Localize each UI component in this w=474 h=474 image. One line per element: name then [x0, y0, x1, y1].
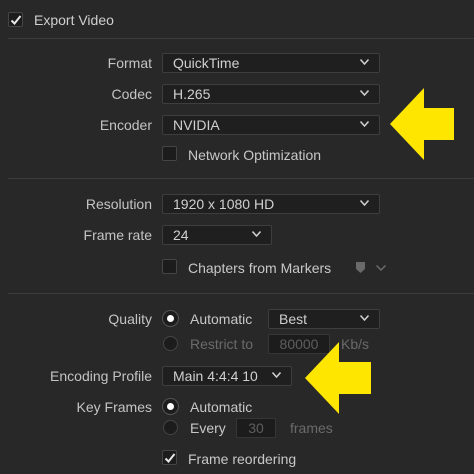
chevron-down-icon — [360, 121, 369, 127]
checkmark-icon — [10, 15, 22, 25]
encoder-value: NVIDIA — [173, 117, 220, 133]
chevron-down-icon[interactable] — [376, 265, 386, 271]
frame-reordering-label: Frame reordering — [188, 451, 297, 467]
chevron-down-icon — [360, 59, 369, 65]
quality-automatic-radio[interactable] — [163, 311, 178, 326]
key-frames-unit-label: frames — [290, 420, 333, 436]
chevron-down-icon — [360, 90, 369, 96]
chapters-from-markers-label: Chapters from Markers — [188, 260, 332, 276]
export-video-label: Export Video — [34, 12, 114, 28]
resolution-dropdown[interactable]: 1920 x 1080 HD — [162, 194, 380, 214]
quality-dropdown[interactable]: Best — [268, 309, 380, 329]
network-optimization-label: Network Optimization — [188, 147, 322, 163]
resolution-label: Resolution — [85, 196, 152, 212]
format-label: Format — [107, 55, 152, 71]
checkmark-icon — [164, 453, 176, 463]
chapters-from-markers-checkbox[interactable] — [162, 259, 177, 274]
chevron-down-icon — [252, 231, 261, 237]
frame-rate-label: Frame rate — [83, 227, 152, 243]
key-frames-every-label: Every — [190, 420, 226, 436]
codec-value: H.265 — [173, 86, 211, 102]
annotation-arrow-icon — [305, 342, 371, 414]
restrict-to-label: Restrict to — [190, 336, 254, 352]
encoding-profile-value: Main 4:4:4 10 — [173, 368, 258, 384]
section-divider — [8, 38, 474, 39]
key-frames-automatic-radio[interactable] — [163, 399, 178, 414]
codec-dropdown[interactable]: H.265 — [162, 84, 380, 104]
encoder-label: Encoder — [99, 117, 152, 133]
chevron-down-icon — [360, 315, 369, 321]
export-video-checkbox[interactable] — [8, 12, 23, 27]
section-divider — [8, 293, 474, 294]
key-frames-automatic-label: Automatic — [190, 399, 253, 415]
encoder-dropdown[interactable]: NVIDIA — [162, 115, 380, 135]
marker-icon — [356, 262, 365, 273]
frame-reordering-checkbox[interactable] — [162, 450, 177, 465]
format-value: QuickTime — [173, 55, 240, 71]
encoding-profile-dropdown[interactable]: Main 4:4:4 10 — [162, 366, 292, 386]
section-divider — [8, 178, 474, 179]
restrict-to-radio[interactable] — [163, 336, 178, 351]
frame-rate-value: 24 — [173, 227, 189, 243]
frame-rate-dropdown[interactable]: 24 — [162, 225, 272, 245]
chevron-down-icon — [360, 200, 369, 206]
key-frames-every-radio[interactable] — [163, 420, 178, 435]
key-frames-interval-input[interactable]: 30 — [236, 418, 276, 438]
chevron-down-icon — [272, 372, 281, 378]
quality-value: Best — [279, 311, 308, 327]
quality-label: Quality — [108, 311, 152, 327]
resolution-value: 1920 x 1080 HD — [173, 196, 275, 212]
quality-automatic-label: Automatic — [190, 311, 253, 327]
network-optimization-checkbox[interactable] — [162, 146, 177, 161]
encoding-profile-label: Encoding Profile — [50, 368, 152, 384]
codec-label: Codec — [111, 86, 152, 102]
annotation-arrow-icon — [390, 88, 454, 160]
format-dropdown[interactable]: QuickTime — [162, 53, 380, 73]
key-frames-label: Key Frames — [76, 399, 152, 415]
